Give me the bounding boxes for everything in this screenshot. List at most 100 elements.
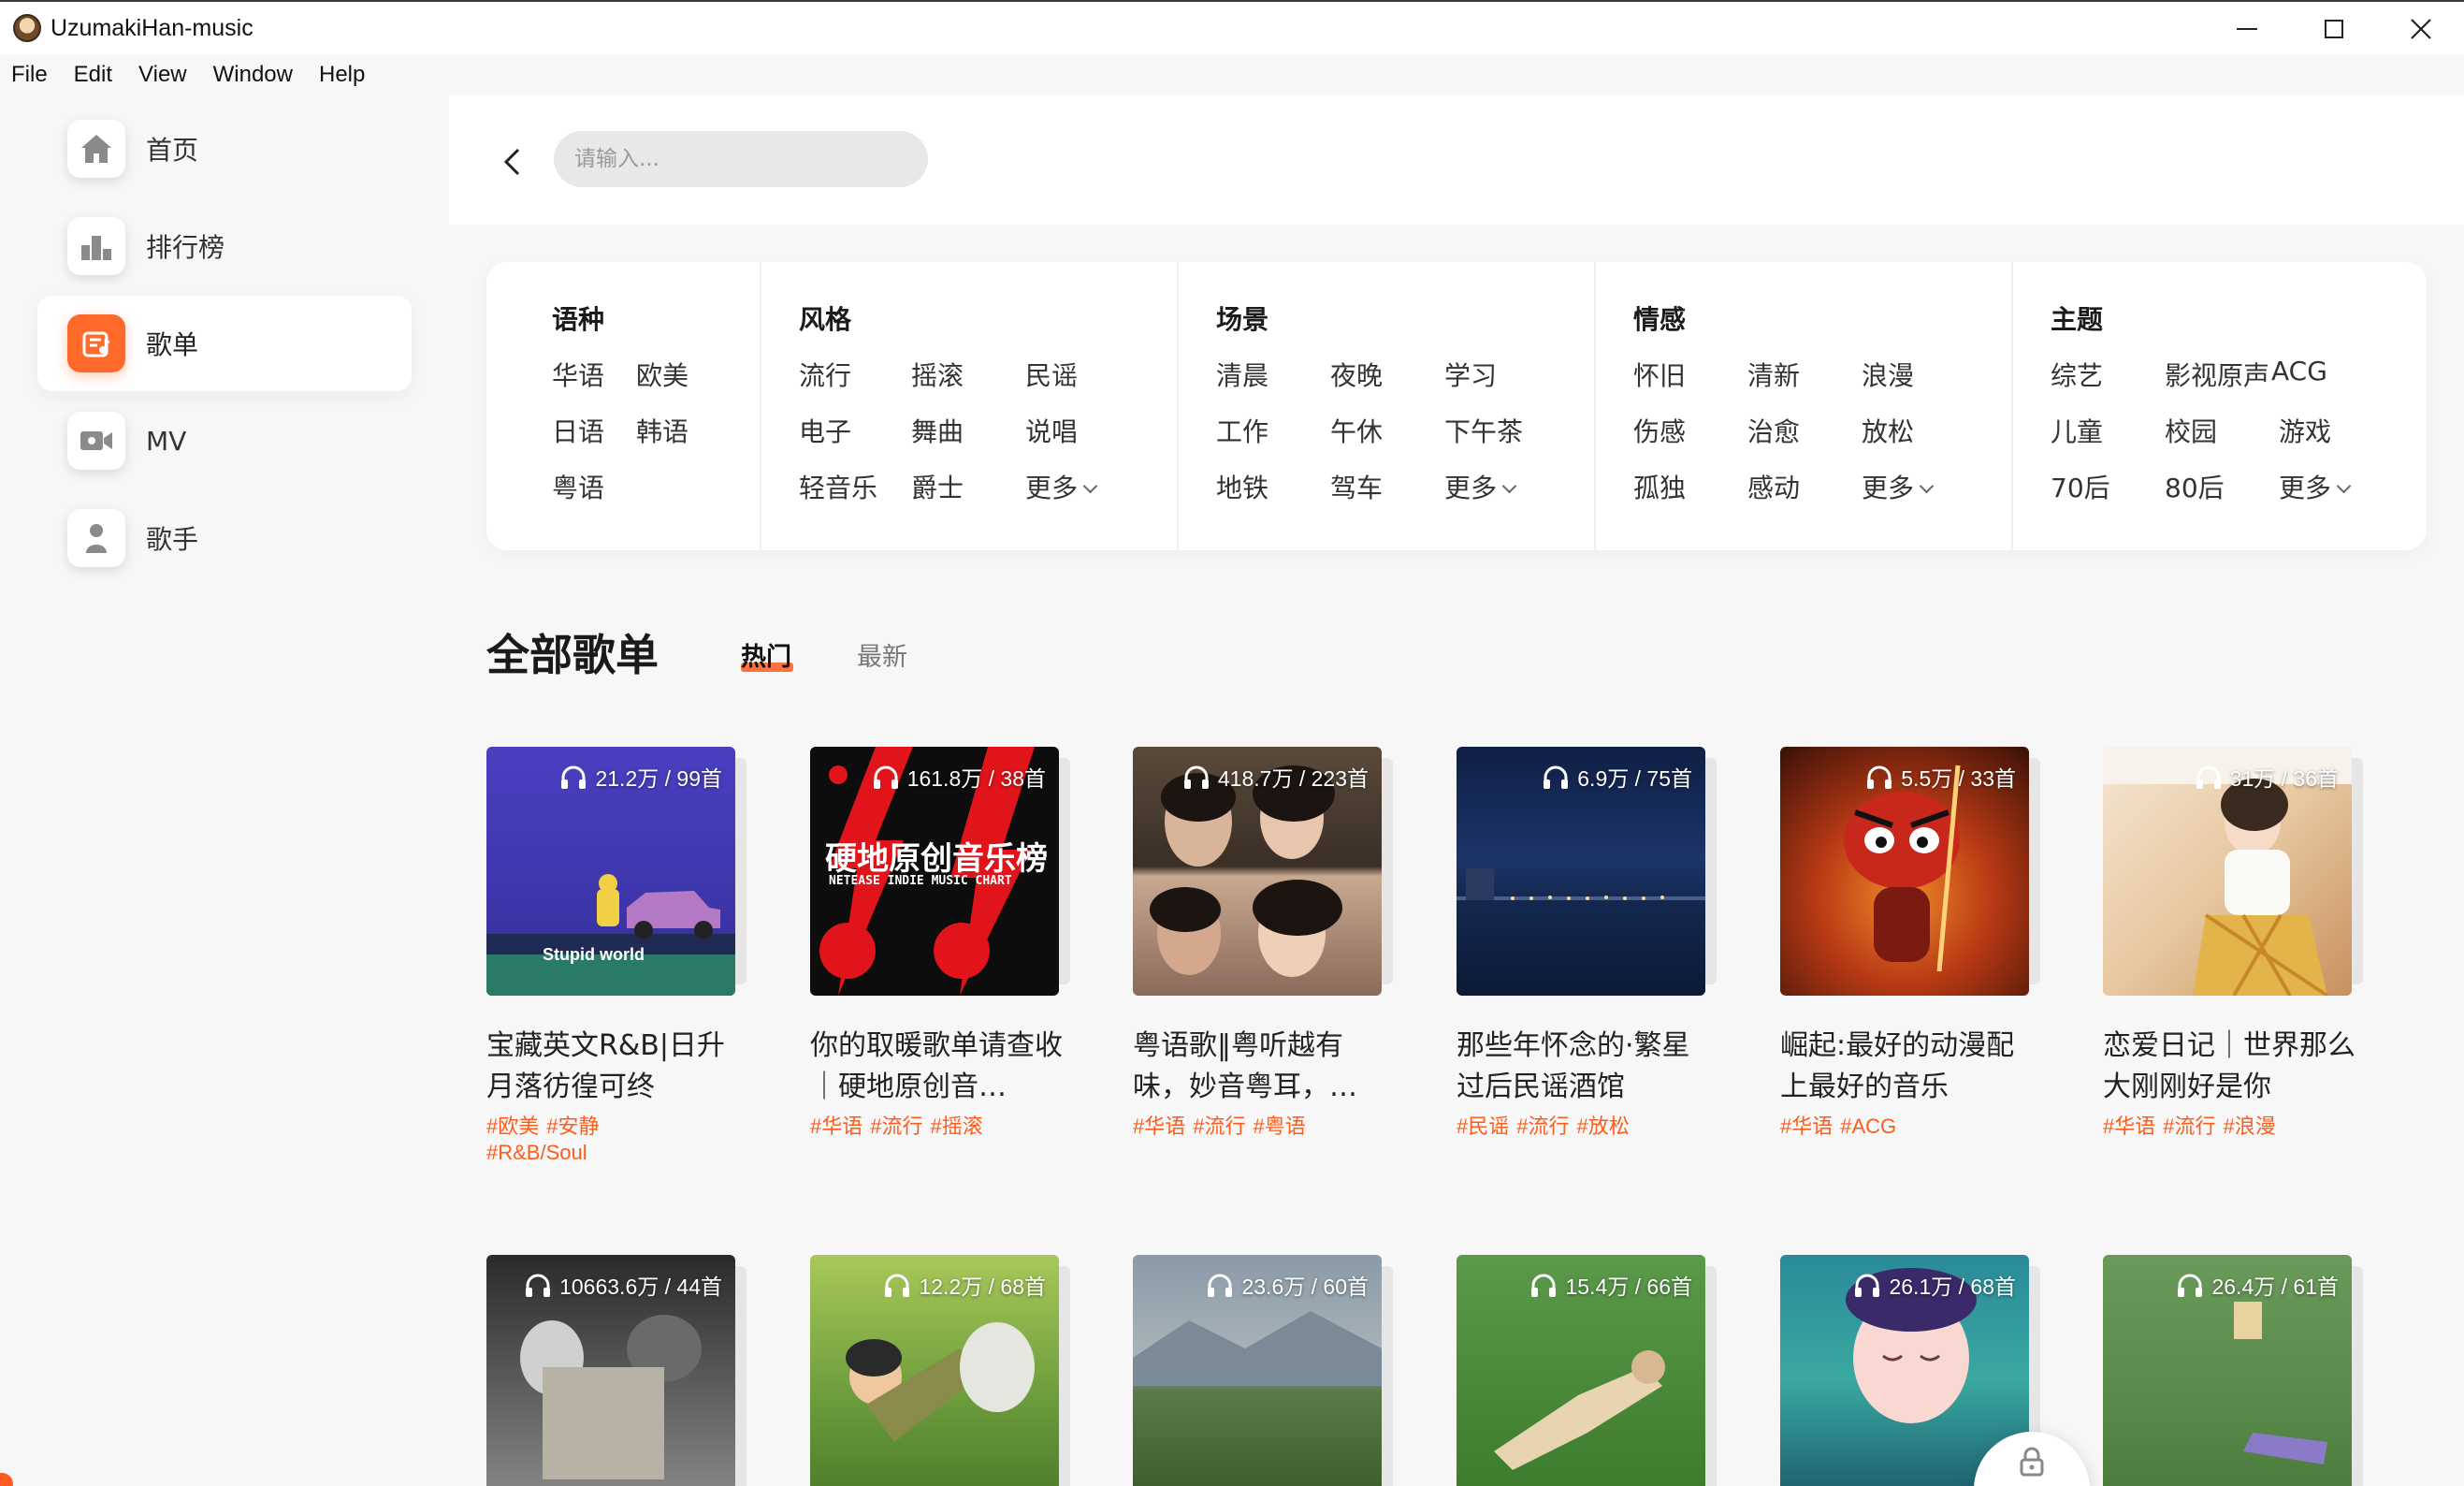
category-tag[interactable]: 电子 <box>799 412 851 449</box>
playlist-cover[interactable]: 硬地原创音乐榜 NETEASE INDIE MUSIC CHART 161.8万… <box>810 747 1059 996</box>
playlist-tag[interactable]: #流行 <box>1516 1114 1569 1138</box>
category-tag[interactable]: 放松 <box>1862 412 1914 449</box>
playlist-cover[interactable]: 418.7万 / 223首 <box>1133 747 1382 996</box>
playlist-cover[interactable]: 26.4万 / 61首 <box>2103 1255 2352 1486</box>
playlist-tag[interactable]: #民谣 <box>1457 1114 1509 1138</box>
playlist-tag[interactable]: #华语 <box>1133 1114 1185 1138</box>
category-tag[interactable]: 感动 <box>1747 468 1800 505</box>
category-tag[interactable]: 治愈 <box>1747 412 1800 449</box>
playlist-title[interactable]: 崛起:最好的动漫配上最好的音乐 <box>1780 1026 2033 1108</box>
category-tag[interactable]: 地铁 <box>1216 468 1268 505</box>
search-input[interactable] <box>554 131 928 187</box>
category-tag[interactable]: 清新 <box>1747 356 1800 393</box>
playlist-cover[interactable]: 10663.6万 / 44首 <box>486 1255 735 1486</box>
more-button[interactable]: 更多 <box>2279 468 2352 505</box>
playlist-title[interactable]: 粤语歌‖粤听越有味，妙音粤耳，… <box>1133 1026 1385 1108</box>
menu-help[interactable]: Help <box>319 62 365 88</box>
more-button[interactable]: 更多 <box>1444 468 1517 505</box>
playlist-cover[interactable]: 12.2万 / 68首 <box>810 1255 1059 1486</box>
category-tag[interactable]: 伤感 <box>1633 412 1686 449</box>
sidebar-item-artists[interactable]: 歌手 <box>37 490 412 586</box>
category-tag[interactable]: 韩语 <box>636 412 688 449</box>
playlist-card[interactable]: 31万 / 36首 恋爱日记｜世界那么大刚刚好是你 #华语 #流行 #浪漫 <box>2103 747 2374 1140</box>
playlist-card[interactable]: 硬地原创音乐榜 NETEASE INDIE MUSIC CHART 161.8万… <box>810 747 1081 1140</box>
playlist-tag[interactable]: #华语 <box>1780 1114 1833 1138</box>
menu-window[interactable]: Window <box>213 62 293 88</box>
playlist-card[interactable]: 15.4万 / 66首 <box>1457 1255 1728 1486</box>
category-tag[interactable]: 爵士 <box>911 468 964 505</box>
playlist-card[interactable]: 418.7万 / 223首 粤语歌‖粤听越有味，妙音粤耳，… #华语 #流行 #粤语 <box>1133 747 1404 1140</box>
category-tag[interactable]: 影视原声 <box>2165 356 2269 393</box>
category-tag[interactable]: 轻音乐 <box>799 468 877 505</box>
category-tag[interactable]: 80后 <box>2165 468 2225 505</box>
category-tag[interactable]: 粤语 <box>552 468 604 505</box>
playlist-cover[interactable]: 6.9万 / 75首 <box>1457 747 1705 996</box>
sidebar-item-home[interactable]: 首页 <box>37 101 412 197</box>
playlist-card[interactable]: 12.2万 / 68首 <box>810 1255 1081 1486</box>
category-tag[interactable]: 欧美 <box>636 356 688 393</box>
menu-file[interactable]: File <box>11 62 48 88</box>
category-tag[interactable]: 夜晚 <box>1330 356 1383 393</box>
category-tag[interactable]: 摇滚 <box>911 356 964 393</box>
playlist-tag[interactable]: #流行 <box>2163 1114 2215 1138</box>
category-tag[interactable]: 流行 <box>799 356 851 393</box>
category-tag[interactable]: 民谣 <box>1025 356 1078 393</box>
playlist-tag[interactable]: #华语 <box>810 1114 862 1138</box>
category-tag[interactable]: 游戏 <box>2279 412 2331 449</box>
playlist-card[interactable]: 26.4万 / 61首 <box>2103 1255 2374 1486</box>
category-tag[interactable]: 清晨 <box>1216 356 1268 393</box>
category-tag[interactable]: 学习 <box>1444 356 1497 393</box>
category-tag[interactable]: 70后 <box>2051 468 2110 505</box>
playlist-tag[interactable]: #R&B/Soul <box>486 1141 587 1164</box>
more-button[interactable]: 更多 <box>1025 468 1098 505</box>
playlist-tag[interactable]: #浪漫 <box>2224 1114 2276 1138</box>
playlist-cover[interactable]: Stupid world 21.2万 / 99首 <box>486 747 735 996</box>
playlist-title[interactable]: 那些年怀念的·繁星过后民谣酒馆 <box>1457 1026 1709 1108</box>
sidebar-item-charts[interactable]: 排行榜 <box>37 198 412 294</box>
category-tag[interactable]: ACG <box>2271 356 2327 386</box>
more-button[interactable]: 更多 <box>1862 468 1935 505</box>
playlist-tag[interactable]: #欧美 <box>486 1114 539 1138</box>
playlist-tag[interactable]: #华语 <box>2103 1114 2155 1138</box>
playlist-card[interactable]: 10663.6万 / 44首 <box>486 1255 758 1486</box>
category-tag[interactable]: 孤独 <box>1633 468 1686 505</box>
playlist-cover[interactable]: 5.5万 / 33首 <box>1780 747 2029 996</box>
playlist-title[interactable]: 宝藏英文R&B|日升月落彷徨可终 <box>486 1026 739 1108</box>
tab-new[interactable]: 最新 <box>857 636 907 673</box>
category-tag[interactable]: 华语 <box>552 356 604 393</box>
playlist-tag[interactable]: #ACG <box>1840 1114 1896 1138</box>
playlist-cover[interactable]: 15.4万 / 66首 <box>1457 1255 1705 1486</box>
category-tag[interactable]: 浪漫 <box>1862 356 1914 393</box>
sidebar-item-mv[interactable]: MV <box>37 393 412 488</box>
playlist-card[interactable]: 6.9万 / 75首 那些年怀念的·繁星过后民谣酒馆 #民谣 #流行 #放松 <box>1457 747 1728 1140</box>
playlist-title[interactable]: 恋爱日记｜世界那么大刚刚好是你 <box>2103 1026 2355 1108</box>
category-tag[interactable]: 儿童 <box>2051 412 2103 449</box>
category-tag[interactable]: 下午茶 <box>1444 412 1523 449</box>
category-tag[interactable]: 怀旧 <box>1633 356 1686 393</box>
category-tag[interactable]: 午休 <box>1330 412 1383 449</box>
playlist-tag[interactable]: #安静 <box>546 1114 599 1138</box>
close-button[interactable] <box>2377 2 2464 56</box>
category-tag[interactable]: 校园 <box>2165 412 2217 449</box>
category-tag[interactable]: 舞曲 <box>911 412 964 449</box>
sidebar-item-playlists[interactable]: 歌单 <box>37 296 412 391</box>
playlist-tag[interactable]: #放松 <box>1577 1114 1630 1138</box>
playlist-tag[interactable]: #摇滚 <box>931 1114 983 1138</box>
category-tag[interactable]: 说唱 <box>1025 412 1078 449</box>
playlist-cover[interactable]: 31万 / 36首 <box>2103 747 2352 996</box>
playlist-cover[interactable]: 23.6万 / 60首 <box>1133 1255 1382 1486</box>
category-tag[interactable]: 综艺 <box>2051 356 2103 393</box>
minimize-button[interactable] <box>2203 2 2290 56</box>
playlist-card[interactable]: 23.6万 / 60首 <box>1133 1255 1404 1486</box>
category-tag[interactable]: 工作 <box>1216 412 1268 449</box>
back-button[interactable] <box>490 140 533 183</box>
category-tag[interactable]: 驾车 <box>1330 468 1383 505</box>
playlist-card[interactable]: Stupid world 21.2万 / 99首 宝藏英文R&B|日升月落彷徨可… <box>486 747 758 1166</box>
tab-hot[interactable]: 热门 <box>741 636 791 673</box>
maximize-button[interactable] <box>2290 2 2377 56</box>
menu-edit[interactable]: Edit <box>74 62 112 88</box>
menu-view[interactable]: View <box>138 62 187 88</box>
playlist-tag[interactable]: #流行 <box>870 1114 922 1138</box>
playlist-card[interactable]: 5.5万 / 33首 崛起:最好的动漫配上最好的音乐 #华语 #ACG <box>1780 747 2051 1140</box>
playlist-tag[interactable]: #粤语 <box>1254 1114 1306 1138</box>
